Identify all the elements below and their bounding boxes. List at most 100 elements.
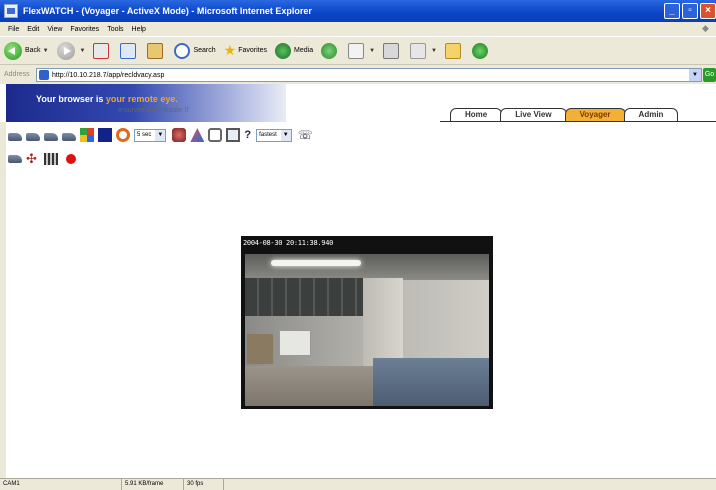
status-bar: CAM1 5.91 KB/frame 30 fps (0, 478, 716, 490)
interval-select[interactable]: 5 sec ▼ (134, 128, 167, 142)
favorites-label: Favorites (238, 47, 268, 54)
history-icon (321, 42, 338, 59)
star-icon: ★ (223, 42, 237, 58)
browser-toolbar: Back ▼ ▼ Search ★ Favorites Media ▼ ▼ (0, 36, 716, 64)
minimize-button[interactable]: _ (664, 3, 680, 19)
camera-2-icon[interactable] (26, 132, 40, 141)
banner-subtitle: e-surveillance leader !! (118, 107, 189, 114)
speed-select[interactable]: fastest ▼ (256, 128, 292, 142)
window-title: FlexWATCH - (Voyager - ActiveX Mode) - M… (23, 6, 312, 16)
back-arrow-icon (4, 41, 22, 60)
menu-favorites[interactable]: Favorites (70, 26, 99, 33)
record-settings-icon[interactable] (172, 128, 187, 142)
messenger-icon (472, 42, 488, 59)
mail-icon (348, 42, 365, 59)
menu-edit[interactable]: Edit (27, 26, 39, 33)
back-button[interactable]: Back ▼ (4, 41, 49, 60)
stop-icon (93, 42, 110, 59)
camera-3-icon[interactable] (44, 132, 58, 141)
chevron-down-icon: ▼ (280, 129, 291, 141)
address-url: http://10.10.218.7/app/recldvacy.asp (52, 71, 165, 79)
print-button[interactable] (383, 42, 402, 59)
stop-button[interactable] (93, 42, 112, 59)
tab-home[interactable]: Home (450, 108, 503, 121)
folder-icon (445, 42, 461, 59)
chevron-down-icon: ▼ (431, 47, 437, 54)
help-icon[interactable]: ? (244, 129, 251, 141)
left-frame-edge (0, 84, 6, 490)
address-input[interactable]: http://10.10.218.7/app/recldvacy.asp ▼ (36, 68, 702, 82)
address-label: Address (4, 71, 30, 78)
camera-icon[interactable] (8, 155, 22, 163)
phone-icon[interactable]: ☏ (298, 128, 313, 142)
search-icon (174, 42, 191, 59)
tab-underline (440, 121, 716, 122)
video-scene-board (279, 330, 311, 356)
close-button[interactable]: × (700, 3, 716, 19)
refresh-button[interactable] (120, 42, 139, 59)
history-button[interactable] (321, 42, 340, 59)
video-scene-ceiling (245, 254, 489, 280)
banner-tagline: Your browser is your remote eye. (36, 94, 178, 104)
media-label: Media (294, 47, 314, 54)
search-label: Search (193, 47, 216, 54)
camera-1-icon[interactable] (8, 132, 22, 141)
tab-admin[interactable]: Admin (623, 108, 679, 121)
forward-arrow-icon (56, 41, 75, 60)
tagline-start: Your browser is (36, 94, 104, 104)
edit-icon (410, 42, 427, 59)
single-view-icon[interactable] (98, 128, 112, 142)
home-button[interactable] (147, 42, 166, 59)
maximize-button[interactable]: ▫ (682, 3, 698, 19)
media-icon (275, 42, 292, 59)
address-dropdown-icon[interactable]: ▼ (689, 69, 701, 81)
mail-button[interactable]: ▼ (348, 42, 376, 59)
ptz-icon[interactable] (190, 128, 205, 142)
chevron-down-icon: ▼ (369, 47, 376, 54)
window-titlebar[interactable]: FlexWATCH - (Voyager - ActiveX Mode) - M… (0, 0, 716, 22)
sequence-icon[interactable] (116, 128, 130, 142)
menu-bar: File Edit View Favorites Tools Help ◆ (0, 22, 716, 36)
page-header: Your browser is your remote eye. e-surve… (0, 84, 716, 122)
status-frame-size: 5.91 KB/frame (122, 479, 184, 490)
video-scene-window (245, 278, 363, 316)
messenger-button[interactable] (472, 42, 491, 59)
folder-button[interactable] (445, 42, 464, 59)
nav-tabs: Home Live View Voyager Admin (450, 108, 679, 121)
camera-4-icon[interactable] (62, 132, 76, 141)
film-icon[interactable] (44, 153, 58, 165)
record-icon[interactable] (66, 154, 76, 164)
status-camera: CAM1 (0, 479, 122, 490)
zoom-icon[interactable] (226, 128, 241, 142)
home-icon (147, 42, 164, 59)
tab-live-view[interactable]: Live View (500, 108, 567, 121)
quad-view-icon[interactable] (80, 128, 94, 142)
video-scene-frame (247, 334, 273, 364)
video-scene-floor (245, 366, 373, 406)
video-scene-light (271, 260, 361, 266)
playback-toolbar: ✣ (8, 150, 76, 168)
tab-voyager[interactable]: Voyager (564, 108, 626, 121)
search-button[interactable]: Search (174, 42, 216, 59)
tagline-highlight: your remote eye. (103, 94, 178, 104)
edit-button[interactable]: ▼ (410, 42, 437, 59)
go-button[interactable]: Go (703, 68, 716, 82)
viewer-toolbar: 5 sec ▼ ? fastest ▼ ☏ (8, 126, 316, 144)
video-feed[interactable]: 2004-08-30 20:11:38.940 (241, 236, 493, 409)
speed-value: fastest (259, 132, 277, 138)
media-button[interactable]: Media (275, 42, 314, 59)
page-icon (39, 70, 49, 80)
refresh-icon (120, 42, 137, 59)
menu-help[interactable]: Help (132, 26, 146, 33)
menu-tools[interactable]: Tools (107, 26, 123, 33)
menu-view[interactable]: View (47, 26, 62, 33)
status-fps: 30 fps (184, 479, 224, 490)
favorites-button[interactable]: ★ Favorites (224, 42, 267, 59)
menu-file[interactable]: File (8, 26, 19, 33)
forward-button[interactable]: ▼ (56, 41, 85, 60)
window-controls: _ ▫ × (664, 3, 716, 19)
snapshot-icon[interactable] (208, 128, 223, 142)
video-timestamp: 2004-08-30 20:11:38.940 (243, 239, 334, 247)
crosshair-icon[interactable]: ✣ (26, 152, 40, 165)
flexwatch-banner: Your browser is your remote eye. e-surve… (6, 84, 286, 122)
